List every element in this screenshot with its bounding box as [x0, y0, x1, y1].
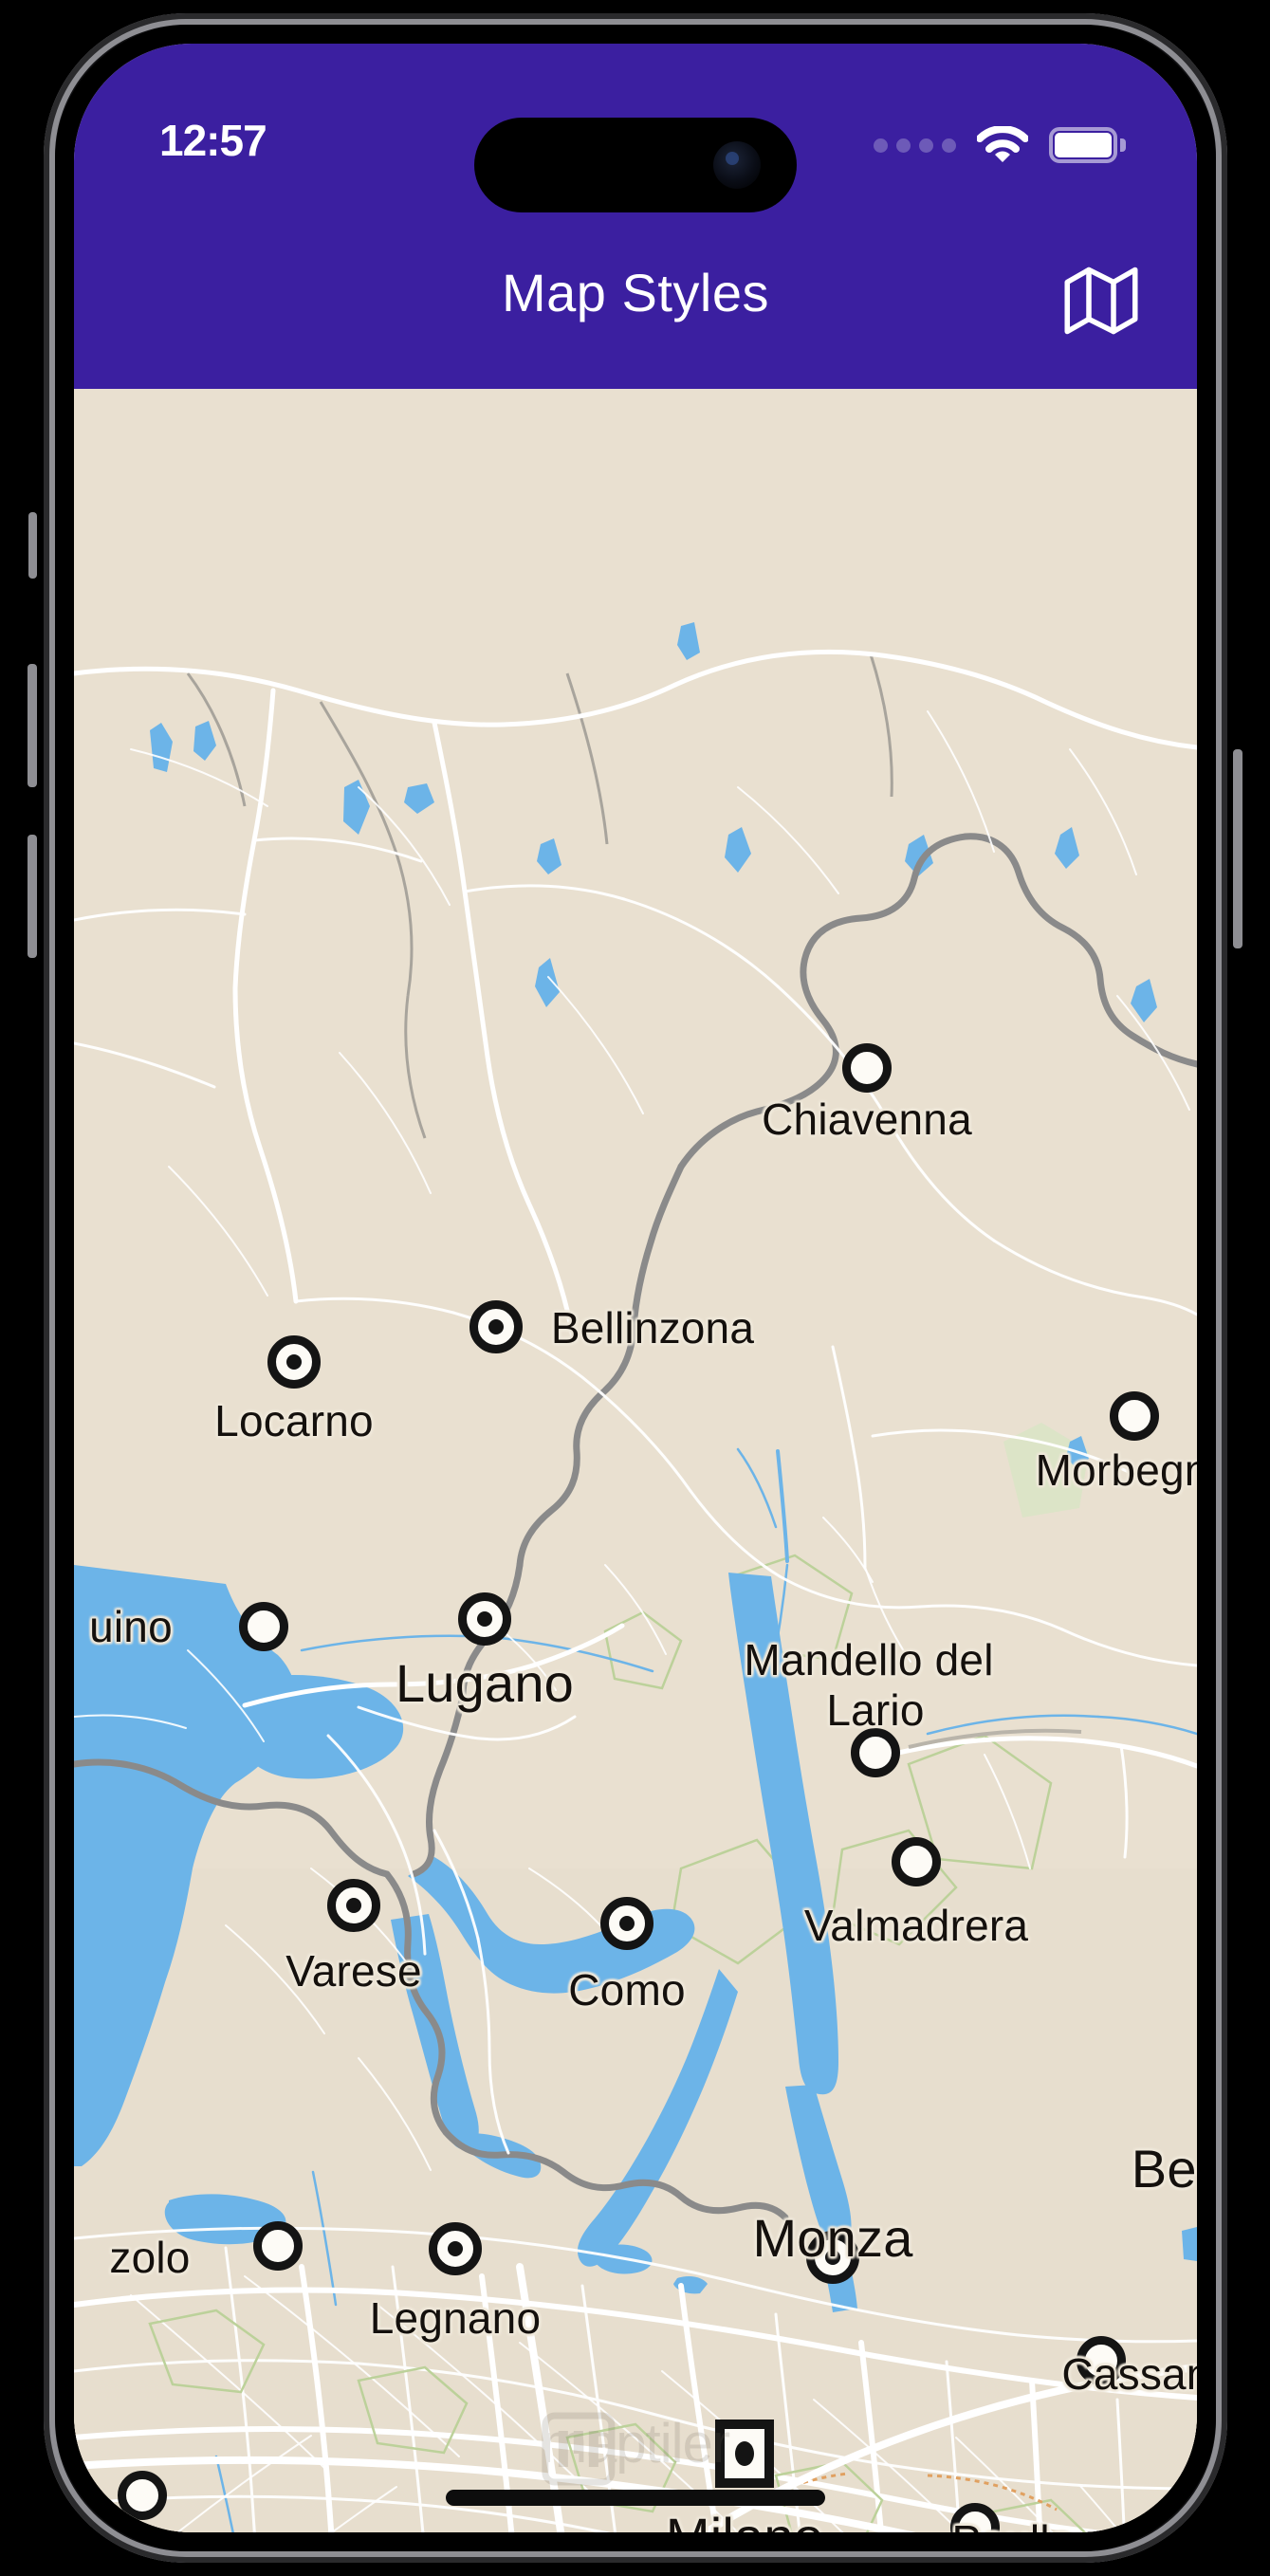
map-canvas[interactable]: .rd { stroke:#ffffff; fill:none; stroke-… — [74, 389, 1197, 2532]
map-marker-lugano[interactable] — [458, 1592, 511, 1646]
map-vector-layer: .rd { stroke:#ffffff; fill:none; stroke-… — [74, 389, 1197, 2532]
map-marker-como[interactable] — [600, 1897, 653, 1950]
map-marker-chiavenna[interactable] — [842, 1043, 892, 1093]
map-marker-o[interactable] — [118, 2471, 167, 2520]
page-title: Map Styles — [502, 263, 769, 322]
map-marker-lario[interactable] — [851, 1728, 900, 1777]
signal-dots-icon — [874, 138, 956, 153]
map-marker-milano[interactable] — [715, 2420, 774, 2488]
home-indicator[interactable] — [446, 2490, 825, 2506]
map-marker-locarno[interactable] — [267, 1335, 321, 1389]
battery-full-icon — [1049, 127, 1126, 163]
map-marker-valmadrera[interactable] — [892, 1837, 941, 1886]
map-marker-morbegno[interactable] — [1110, 1391, 1159, 1441]
phone-screen: .rd { stroke:#ffffff; fill:none; stroke-… — [74, 44, 1197, 2532]
volume-up-button[interactable] — [28, 664, 37, 787]
map-marker-legnano[interactable] — [429, 2222, 482, 2275]
volume-down-button[interactable] — [28, 835, 37, 958]
map-marker-bellinzona[interactable] — [469, 1300, 523, 1353]
dynamic-island — [474, 118, 797, 212]
map-marker-zolo[interactable] — [253, 2221, 303, 2271]
front-camera-icon — [713, 141, 761, 189]
map-marker-uino[interactable] — [239, 1602, 288, 1651]
status-bar-time: 12:57 — [159, 116, 267, 165]
wifi-icon-glyph — [976, 125, 1029, 162]
map-styles-button[interactable] — [1060, 260, 1142, 341]
silent-switch-button[interactable] — [28, 512, 37, 579]
power-button[interactable] — [1233, 749, 1242, 948]
map-marker-varese[interactable] — [327, 1879, 380, 1932]
map-marker-monza[interactable] — [806, 2231, 859, 2284]
wifi-icon — [976, 125, 1029, 164]
app-bar: Map Styles — [74, 214, 1197, 389]
status-bar-indicators — [874, 121, 1126, 169]
map-fold-icon — [1064, 267, 1138, 335]
map-marker-cassan[interactable] — [1077, 2336, 1126, 2385]
